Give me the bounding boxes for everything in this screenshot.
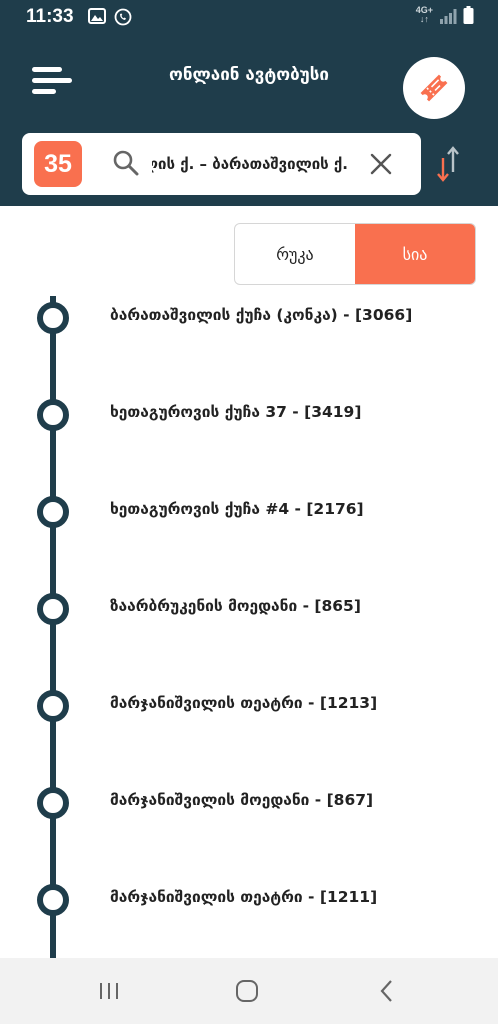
close-icon[interactable] xyxy=(370,153,392,175)
search-value: ბარათაშვილის ქ. – ბარათაშვილის ქ. xyxy=(152,155,348,173)
whatsapp-icon xyxy=(114,8,132,26)
tab-list[interactable]: სია xyxy=(355,224,475,284)
stop-marker-icon xyxy=(37,690,69,722)
stop-item[interactable]: ბარათაშვილის ქუჩა (კონკა) - [3066] xyxy=(0,297,498,337)
status-time: 11:33 xyxy=(26,6,74,27)
home-icon[interactable] xyxy=(232,976,262,1006)
stop-marker-icon xyxy=(37,302,69,334)
search-icon xyxy=(113,150,139,176)
stop-marker-icon xyxy=(37,787,69,819)
stop-item[interactable]: ზაარბრუკენის მოედანი - [865] xyxy=(0,588,498,628)
view-toggle: რუკა სია xyxy=(234,223,476,285)
stop-item[interactable]: მარჯანიშვილის თეატრი - [1213] xyxy=(0,685,498,725)
stop-marker-icon xyxy=(37,496,69,528)
stop-marker-icon xyxy=(37,399,69,431)
route-search-field[interactable]: 35 ბარათაშვილის ქ. – ბარათაშვილის ქ. xyxy=(22,133,421,195)
signal-icon xyxy=(440,9,457,24)
image-icon xyxy=(88,8,106,24)
back-icon[interactable] xyxy=(372,976,402,1006)
stop-marker-icon xyxy=(37,593,69,625)
ticket-button[interactable] xyxy=(403,57,465,119)
stop-item[interactable]: მარჯანიშვილის თეატრი - [1211] xyxy=(0,879,498,919)
app-header: ონლაინ ავტობუსი 35 ბარათაშვილის ქ. – ბარ… xyxy=(0,34,498,206)
route-number-badge: 35 xyxy=(34,141,82,187)
stop-marker-icon xyxy=(37,884,69,916)
stop-name: მარჯანიშვილის თეატრი - [1211] xyxy=(110,888,378,906)
recent-apps-icon[interactable] xyxy=(94,976,124,1006)
stop-name: ხეთაგუროვის ქუჩა #4 - [2176] xyxy=(110,500,364,518)
status-bar: 11:33 4G+ ↓↑ xyxy=(0,0,498,34)
stop-name: ხეთაგუროვის ქუჩა 37 - [3419] xyxy=(110,403,362,421)
network-indicator: 4G+ ↓↑ xyxy=(415,5,433,24)
stop-item[interactable]: ხეთაგუროვის ქუჩა 37 - [3419] xyxy=(0,394,498,434)
stop-name: ზაარბრუკენის მოედანი - [865] xyxy=(110,597,361,615)
ticket-icon xyxy=(420,74,448,102)
swap-direction-icon[interactable] xyxy=(434,144,462,184)
system-nav-bar xyxy=(0,958,498,1024)
stop-item[interactable]: ხეთაგუროვის ქუჩა #4 - [2176] xyxy=(0,491,498,531)
tab-map[interactable]: რუკა xyxy=(235,224,355,284)
stop-name: ბარათაშვილის ქუჩა (კონკა) - [3066] xyxy=(110,306,413,324)
search-input[interactable]: ბარათაშვილის ქ. – ბარათაშვილის ქ. xyxy=(152,151,348,177)
stop-item[interactable]: მარჯანიშვილის მოედანი - [867] xyxy=(0,782,498,822)
stop-name: მარჯანიშვილის მოედანი - [867] xyxy=(110,791,374,809)
battery-icon xyxy=(463,6,474,24)
stop-name: მარჯანიშვილის თეატრი - [1213] xyxy=(110,694,378,712)
